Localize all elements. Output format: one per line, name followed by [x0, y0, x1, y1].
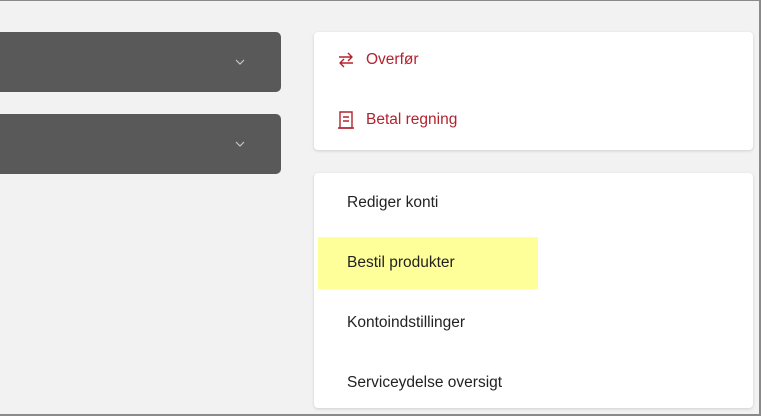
account-dropdown-1[interactable] [0, 32, 281, 92]
menu-item-order-products[interactable]: Bestil produkter [318, 237, 538, 289]
quick-actions-card: Overfør Betal regning [314, 32, 753, 150]
screenshot-frame: Overfør Betal regning Rediger konti Best… [0, 0, 761, 416]
menu-item-label: Rediger konti [347, 194, 439, 211]
menu-item-label: Serviceydelse oversigt [347, 374, 503, 391]
account-dropdown-2[interactable] [0, 114, 281, 174]
pay-bill-label: Betal regning [366, 111, 458, 128]
account-menu-card: Rediger konti Bestil produkter Kontoinds… [314, 173, 753, 408]
menu-item-account-settings[interactable]: Kontoindstillinger [318, 297, 618, 349]
menu-item-label: Kontoindstillinger [347, 314, 466, 331]
transfer-label: Overfør [366, 51, 419, 68]
menu-item-service-overview[interactable]: Serviceydelse oversigt [318, 357, 618, 409]
chevron-down-icon [235, 139, 245, 149]
transfer-link[interactable]: Overfør [336, 50, 419, 70]
menu-item-edit-accounts[interactable]: Rediger konti [318, 177, 618, 229]
chevron-down-icon [235, 57, 245, 67]
transfer-arrows-icon [336, 50, 356, 70]
menu-item-label: Bestil produkter [347, 254, 455, 271]
pay-bill-link[interactable]: Betal regning [336, 110, 457, 130]
bill-receipt-icon [336, 110, 356, 130]
